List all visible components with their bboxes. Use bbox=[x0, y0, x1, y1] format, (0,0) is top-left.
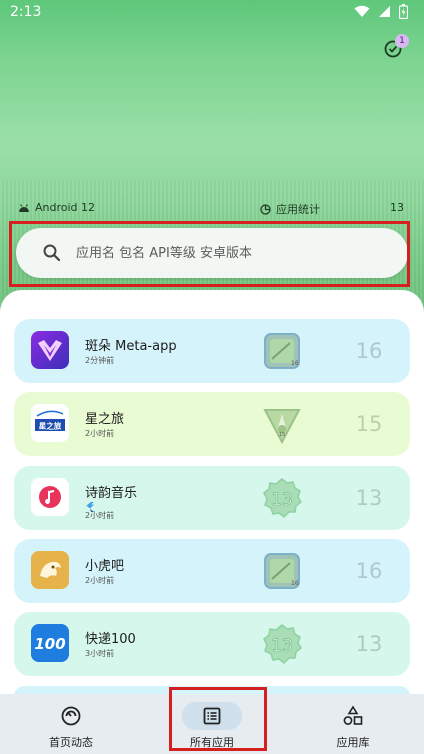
bandou-app-icon bbox=[31, 331, 69, 369]
app-stats-link[interactable]: 应用统计 bbox=[260, 201, 320, 217]
notification-button[interactable]: 1 bbox=[382, 34, 409, 60]
app-name: 小虎吧 bbox=[85, 559, 125, 574]
nav-item-all-apps[interactable]: 所有应用 bbox=[157, 694, 267, 754]
app-update-time: 2分钟前 bbox=[85, 356, 115, 365]
shiyun-music-app-icon bbox=[31, 478, 69, 516]
search-bar[interactable] bbox=[16, 228, 408, 278]
app-update-time: 3小时前 bbox=[85, 649, 115, 658]
xiaohuba-app-icon bbox=[31, 551, 69, 589]
xingzhilv-app-icon: 星之旅 bbox=[31, 404, 69, 442]
pie-chart-icon bbox=[260, 203, 271, 215]
android-15-badge: 15 bbox=[262, 404, 302, 445]
android-icon bbox=[19, 203, 29, 212]
home-feed-icon bbox=[61, 706, 81, 726]
status-icons bbox=[354, 4, 409, 23]
search-input[interactable] bbox=[76, 240, 396, 266]
app-update-time: 2小时前 bbox=[85, 511, 115, 520]
app-name: 星之旅 bbox=[85, 412, 125, 427]
app-update-time: 2小时前 bbox=[85, 429, 115, 438]
battery-icon bbox=[398, 4, 409, 23]
device-info-row: Android 12 应用统计 13 bbox=[0, 198, 424, 218]
app-card[interactable]: 斑朵 Meta-app 2分钟前 16 16 bbox=[14, 319, 410, 383]
svg-text:16: 16 bbox=[291, 580, 299, 587]
search-icon bbox=[43, 244, 61, 262]
nav-label: 所有应用 bbox=[190, 736, 234, 749]
svg-text:15: 15 bbox=[279, 432, 285, 438]
svg-text:100: 100 bbox=[34, 635, 65, 653]
android-version-info: Android 12 bbox=[18, 201, 95, 214]
bottom-navigation: 首页动态 所有应用 应用库 bbox=[0, 694, 424, 754]
nav-icon-container bbox=[323, 702, 383, 730]
kuaidi100-app-icon: 100 bbox=[31, 624, 69, 662]
android-16-badge: 16 bbox=[262, 331, 302, 371]
svg-text:16: 16 bbox=[291, 360, 299, 367]
cell-signal-icon bbox=[378, 5, 391, 22]
nav-item-app-library[interactable]: 应用库 bbox=[298, 694, 408, 754]
app-update-time: 2小时前 bbox=[85, 576, 115, 585]
nav-icon-container bbox=[41, 702, 101, 730]
android-16-badge: 16 bbox=[262, 551, 302, 591]
nav-icon-container bbox=[182, 702, 242, 730]
nav-label: 应用库 bbox=[336, 736, 370, 749]
status-time: 2:13 bbox=[10, 4, 42, 20]
android-version-label: Android 12 bbox=[35, 201, 96, 214]
android-13-badge: 13 bbox=[262, 478, 302, 519]
svg-text:13: 13 bbox=[271, 636, 293, 656]
nav-label: 首页动态 bbox=[49, 736, 93, 749]
app-card[interactable]: 诗韵音乐 2小时前 13 13 bbox=[14, 466, 410, 530]
api-level: 15 bbox=[355, 412, 383, 436]
app-stats-count: 13 bbox=[390, 201, 404, 214]
app-stats-label: 应用统计 bbox=[276, 203, 320, 216]
all-apps-list-icon bbox=[203, 707, 221, 725]
notification-count-badge: 1 bbox=[395, 34, 409, 48]
wifi-icon bbox=[354, 5, 370, 22]
app-library-icon bbox=[343, 705, 363, 725]
svg-text:星之旅: 星之旅 bbox=[39, 421, 62, 431]
status-bar: 2:13 bbox=[0, 0, 424, 26]
api-level: 16 bbox=[355, 339, 383, 363]
api-level: 16 bbox=[355, 559, 383, 583]
api-level: 13 bbox=[355, 632, 383, 656]
app-card[interactable]: 星之旅 星之旅 2小时前 15 15 bbox=[14, 392, 410, 456]
android-13-badge: 13 bbox=[262, 624, 302, 665]
svg-text:13: 13 bbox=[271, 490, 293, 510]
app-name: 快递100 bbox=[85, 632, 136, 647]
app-card[interactable]: 100 快递100 3小时前 13 13 bbox=[14, 612, 410, 676]
app-name: 斑朵 Meta-app bbox=[85, 339, 177, 354]
app-card[interactable]: 小虎吧 2小时前 16 16 bbox=[14, 539, 410, 603]
api-level: 13 bbox=[355, 486, 383, 510]
nav-item-home-feed[interactable]: 首页动态 bbox=[16, 694, 126, 754]
